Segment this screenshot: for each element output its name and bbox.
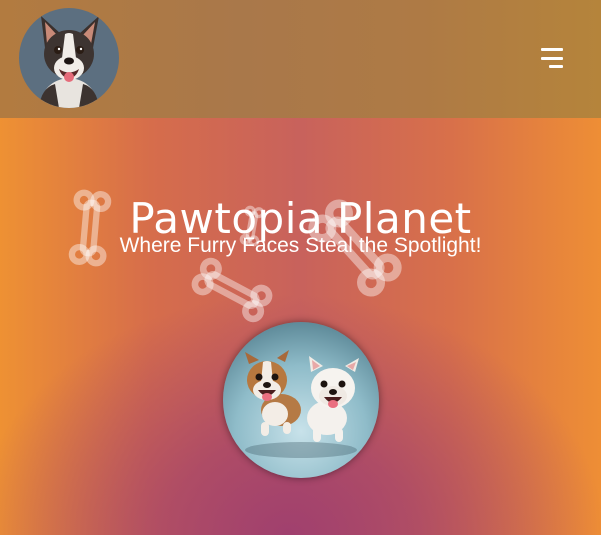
dog-bone-icon bbox=[192, 258, 272, 321]
dog-avatar[interactable] bbox=[19, 8, 119, 108]
menu-bar-middle bbox=[541, 57, 563, 60]
page-subtitle: Where Furry Faces Steal the Spotlight! bbox=[119, 234, 482, 257]
dog-avatar-icon bbox=[19, 8, 119, 108]
two-puppies-running-illustration bbox=[223, 322, 379, 478]
menu-bar-top bbox=[541, 48, 563, 51]
puppies-image bbox=[223, 322, 379, 478]
hamburger-menu-icon[interactable] bbox=[538, 46, 568, 72]
menu-bar-bottom bbox=[549, 65, 563, 68]
site-header bbox=[0, 0, 601, 118]
